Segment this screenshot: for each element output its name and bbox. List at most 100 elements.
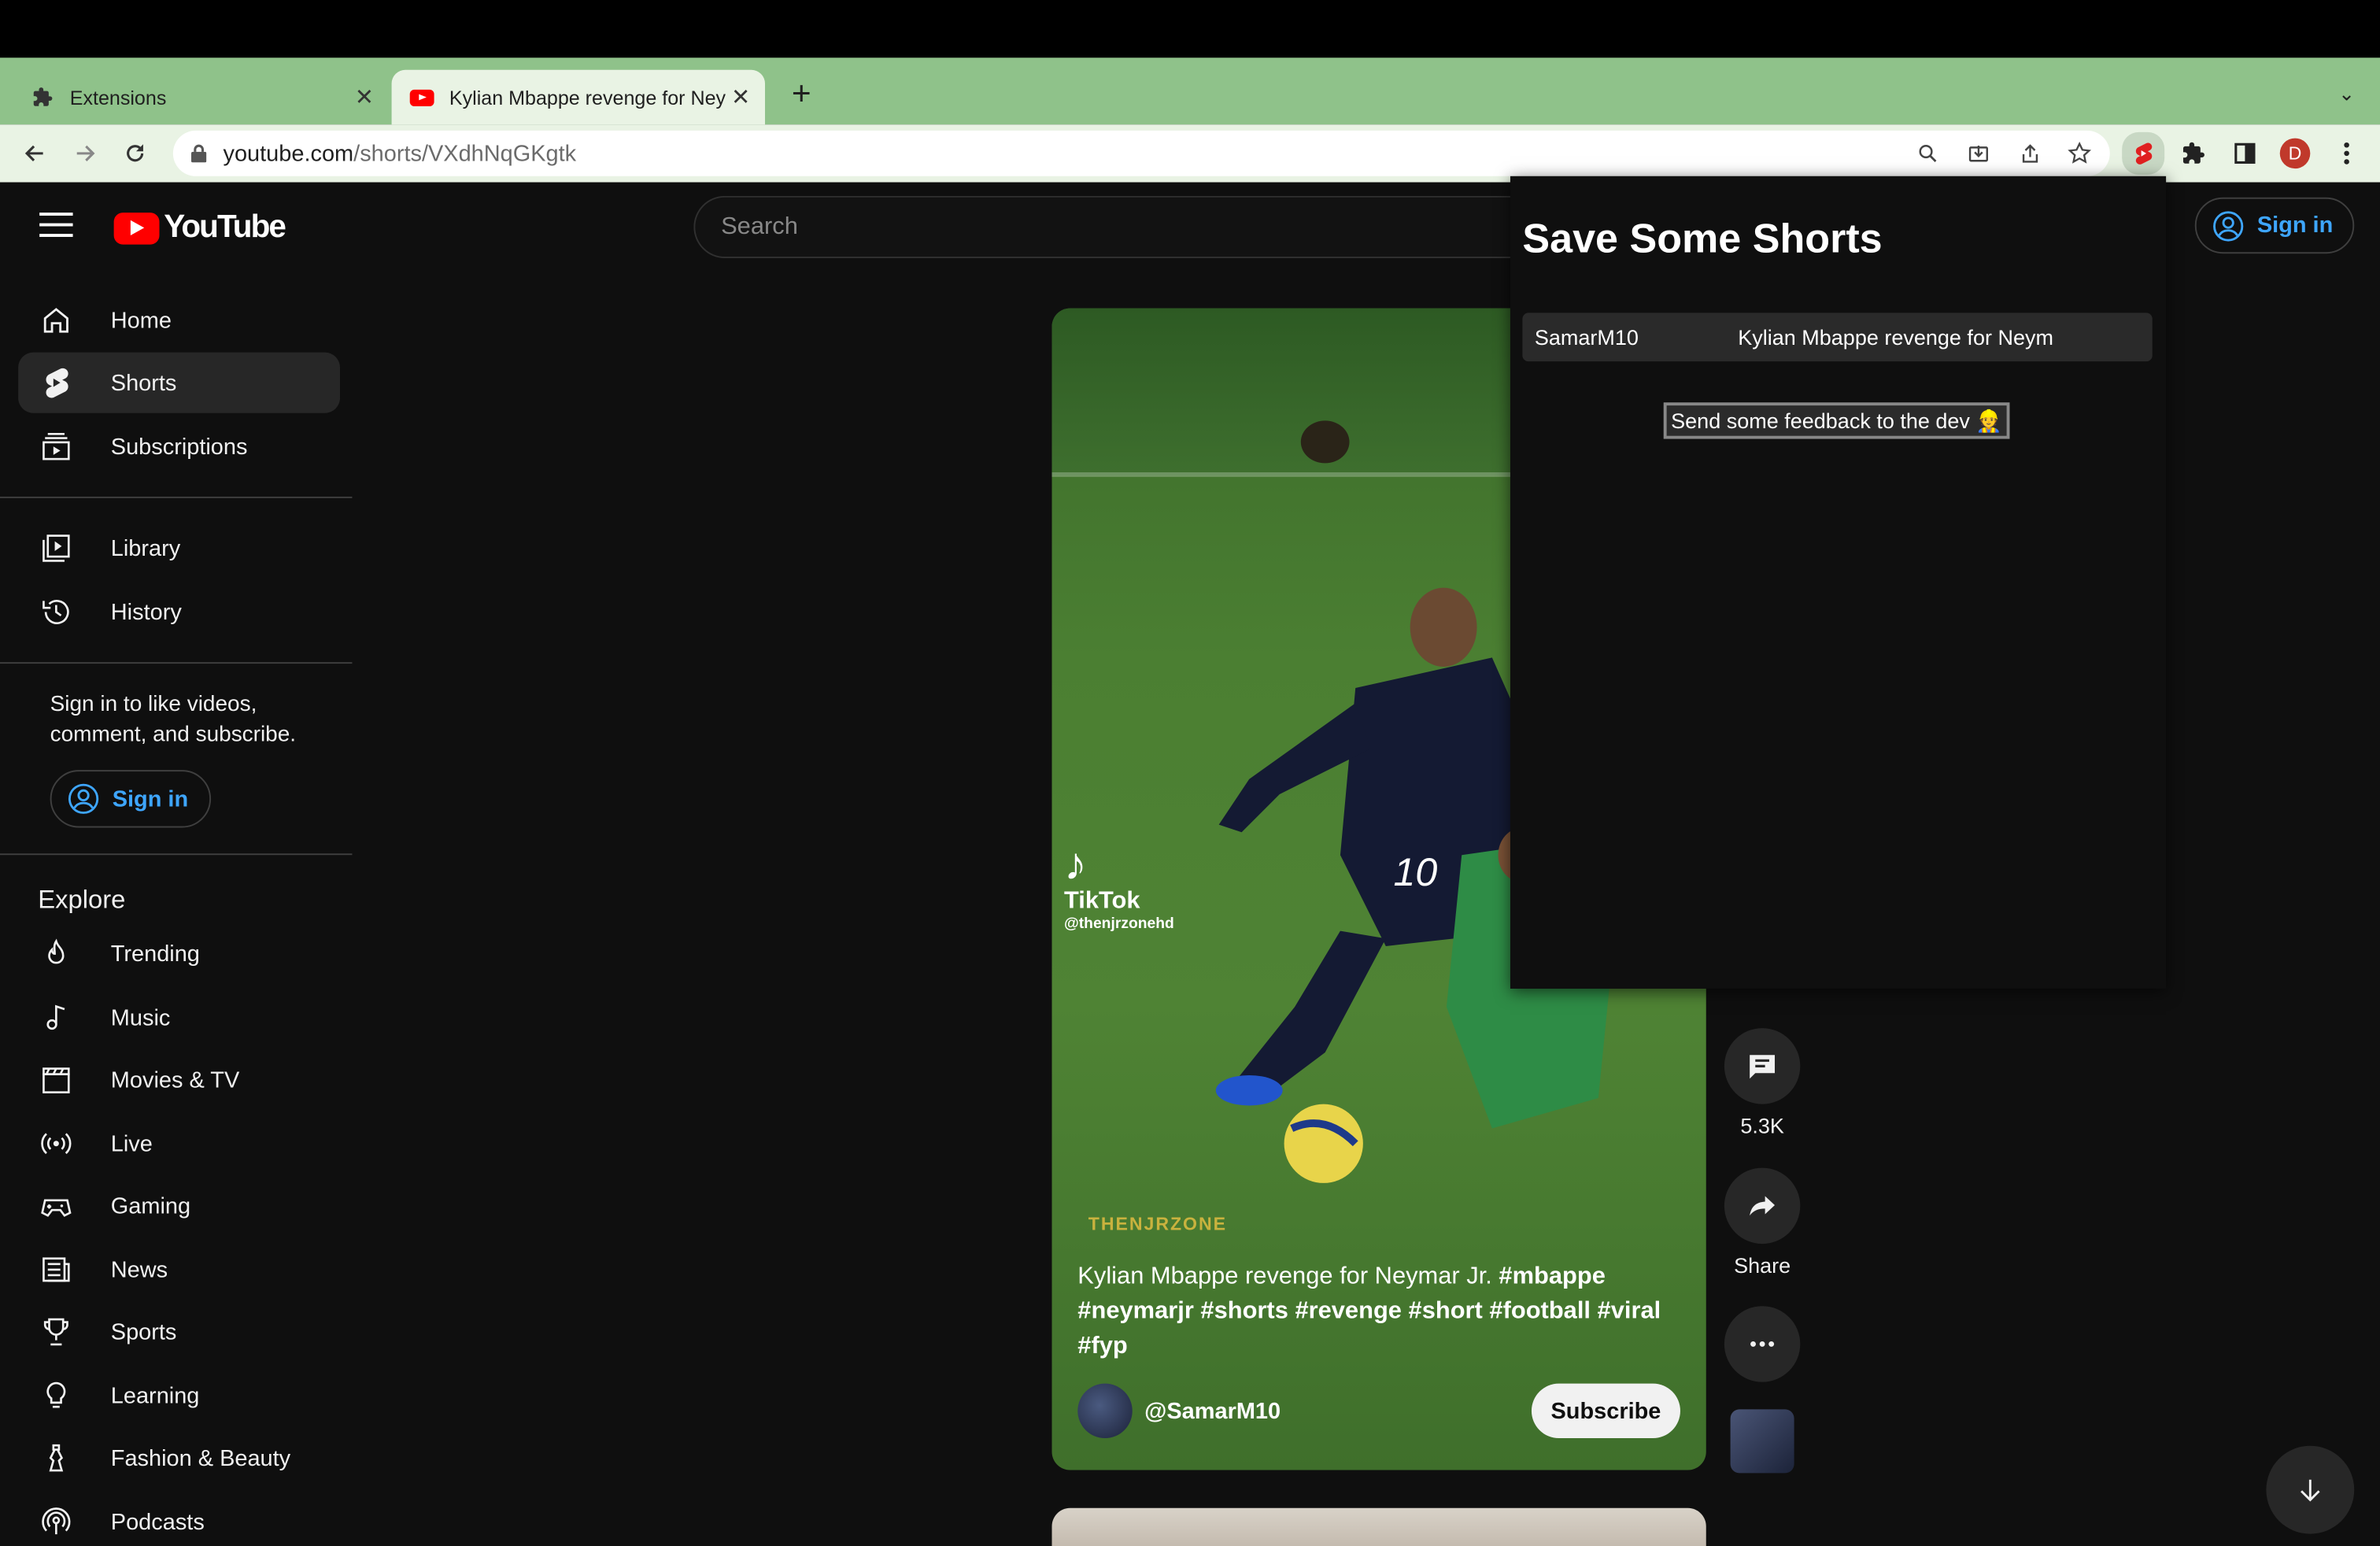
sidebar-item-gaming[interactable]: Gaming — [18, 1175, 340, 1236]
sidebar-item-learning[interactable]: Learning — [18, 1365, 340, 1426]
sidebar-item-sports[interactable]: Sports — [18, 1301, 340, 1362]
subscriptions-icon — [38, 428, 74, 464]
description-hashtags[interactable]: #fyp — [1077, 1333, 1127, 1359]
share-button[interactable] — [1724, 1167, 1801, 1245]
trending-icon — [38, 935, 74, 971]
account-circle-icon — [68, 783, 99, 814]
forward-icon[interactable] — [65, 134, 105, 173]
url-host: youtube.com — [223, 141, 354, 168]
system-bar — [0, 0, 2380, 58]
side-panel-icon[interactable] — [2228, 137, 2261, 170]
short-description: Kylian Mbappe revenge for Neymar Jr. #mb… — [1077, 1259, 1684, 1363]
saved-short-row[interactable]: SamarM10 Kylian Mbappe revenge for Neym — [1522, 313, 2153, 362]
tab-youtube-short[interactable]: Kylian Mbappe revenge for Neymar Jr. ✕ — [391, 69, 766, 125]
feedback-button[interactable]: Send some feedback to the dev 👷 — [1663, 402, 2010, 439]
tab-search-icon[interactable]: ⌄ — [2331, 76, 2362, 112]
youtube-play-icon — [113, 212, 160, 244]
account-circle-icon — [2213, 210, 2244, 241]
comment-count: 5.3K — [1740, 1113, 1784, 1138]
sidebar-item-news[interactable]: News — [18, 1239, 340, 1300]
tiktok-handle: @thenjrzonehd — [1063, 915, 1174, 933]
sidebar-item-label: Music — [110, 1004, 171, 1031]
search-input[interactable]: Search — [693, 195, 1544, 258]
sidebar-item-label: Sports — [110, 1319, 177, 1345]
sidebar-item-shorts[interactable]: Shorts — [18, 352, 341, 413]
sidebar-sign-in-button[interactable]: Sign in — [50, 770, 212, 828]
sidebar-item-label: Library — [110, 535, 181, 561]
podcasts-icon — [38, 1503, 74, 1540]
share-page-icon[interactable] — [2014, 139, 2045, 169]
learning-icon — [38, 1378, 74, 1414]
tab-title: Extensions — [69, 86, 167, 109]
subscribe-button[interactable]: Subscribe — [1531, 1383, 1680, 1439]
reload-icon[interactable] — [116, 134, 155, 173]
youtube-logo[interactable]: YouTube — [113, 209, 286, 246]
more-actions-button[interactable] — [1724, 1306, 1801, 1382]
sidebar-item-label: Movies & TV — [110, 1067, 240, 1093]
channel-name[interactable]: @SamarM10 — [1144, 1398, 1532, 1424]
sound-thumbnail[interactable] — [1730, 1409, 1794, 1474]
fashion-icon — [38, 1440, 74, 1476]
sidebar-item-music[interactable]: Music — [18, 987, 340, 1048]
sidebar-item-history[interactable]: History — [18, 582, 340, 642]
sidebar-item-home[interactable]: Home — [18, 290, 340, 350]
sidebar-item-movies-tv[interactable]: Movies & TV — [18, 1049, 340, 1110]
back-icon[interactable] — [15, 134, 54, 173]
sidebar-item-label: Fashion & Beauty — [110, 1444, 291, 1471]
description-hashtags[interactable]: #neymarjr #shorts #revenge #short #footb… — [1077, 1299, 1661, 1325]
comment-icon — [1750, 1055, 1776, 1079]
sidebar-item-label: Live — [110, 1130, 153, 1157]
sidebar-item-trending[interactable]: Trending — [18, 923, 340, 984]
gaming-icon — [38, 1188, 74, 1224]
sidebar-item-library[interactable]: Library — [18, 518, 340, 579]
share-label: Share — [1734, 1252, 1791, 1278]
next-short-button[interactable] — [2266, 1445, 2355, 1534]
close-tab-icon[interactable]: ✕ — [349, 83, 380, 111]
video-brand-watermark: THENJRZONE — [1088, 1213, 1227, 1235]
bookmark-star-icon[interactable] — [2064, 139, 2095, 169]
install-app-icon[interactable] — [1963, 139, 1994, 169]
address-bar[interactable]: youtube.com/shorts/VXdhNqGKgtk — [172, 130, 2110, 176]
sidebar-divider — [0, 496, 353, 498]
library-icon — [38, 530, 74, 566]
tiktok-wordmark: TikTok — [1063, 888, 1140, 915]
kebab-menu-icon[interactable] — [2330, 137, 2363, 170]
jersey-number: 10 — [1393, 850, 1437, 894]
tiktok-logo-icon: ♪ — [1063, 839, 1087, 890]
url-path: /shorts/VXdhNqGKgtk — [353, 141, 577, 168]
guide-menu-icon[interactable] — [39, 213, 73, 240]
screen: Extensions ✕ Kylian Mbappe revenge for N… — [0, 0, 2380, 1546]
extensions-puzzle-icon[interactable] — [2177, 137, 2210, 170]
tiktok-watermark: ♪ TikTok @thenjrzonehd — [1063, 839, 1174, 933]
save-some-shorts-extension-icon[interactable] — [2122, 131, 2165, 175]
lock-icon — [191, 144, 207, 163]
tab-strip: Extensions ✕ Kylian Mbappe revenge for N… — [0, 57, 2380, 125]
tab-extensions[interactable]: Extensions ✕ — [12, 70, 388, 124]
home-icon — [38, 302, 74, 338]
description-hashtags[interactable]: #mbappe — [1499, 1263, 1605, 1289]
channel-avatar[interactable] — [1077, 1383, 1133, 1439]
sidebar-item-label: Trending — [110, 941, 200, 967]
zoom-search-icon[interactable] — [1913, 139, 1943, 169]
profile-avatar[interactable]: D — [2279, 138, 2311, 169]
new-tab-button[interactable]: + — [783, 70, 819, 119]
comments-button[interactable] — [1724, 1028, 1801, 1104]
sidebar-item-label: History — [110, 599, 182, 625]
saved-short-channel: SamarM10 — [1534, 324, 1639, 350]
sidebar-item-label: Podcasts — [110, 1508, 205, 1535]
sidebar-divider — [0, 853, 353, 856]
sidebar-item-podcasts[interactable]: Podcasts — [18, 1492, 340, 1546]
header-sign-in-button[interactable]: Sign in — [2194, 197, 2355, 254]
share-arrow-icon — [1750, 1196, 1776, 1216]
close-tab-icon[interactable]: ✕ — [726, 83, 756, 111]
news-icon — [38, 1252, 74, 1288]
search-placeholder: Search — [721, 214, 798, 240]
sidebar-item-subscriptions[interactable]: Subscriptions — [18, 416, 340, 477]
next-short-preview[interactable] — [1051, 1507, 1706, 1546]
sign-in-label: Sign in — [2256, 213, 2334, 239]
shorts-icon — [38, 364, 74, 401]
sidebar-item-label: Subscriptions — [110, 433, 248, 460]
sidebar-item-fashion-beauty[interactable]: Fashion & Beauty — [18, 1428, 340, 1489]
sidebar-item-live[interactable]: Live — [18, 1113, 340, 1174]
browser-toolbar: youtube.com/shorts/VXdhNqGKgtk D — [0, 124, 2380, 183]
